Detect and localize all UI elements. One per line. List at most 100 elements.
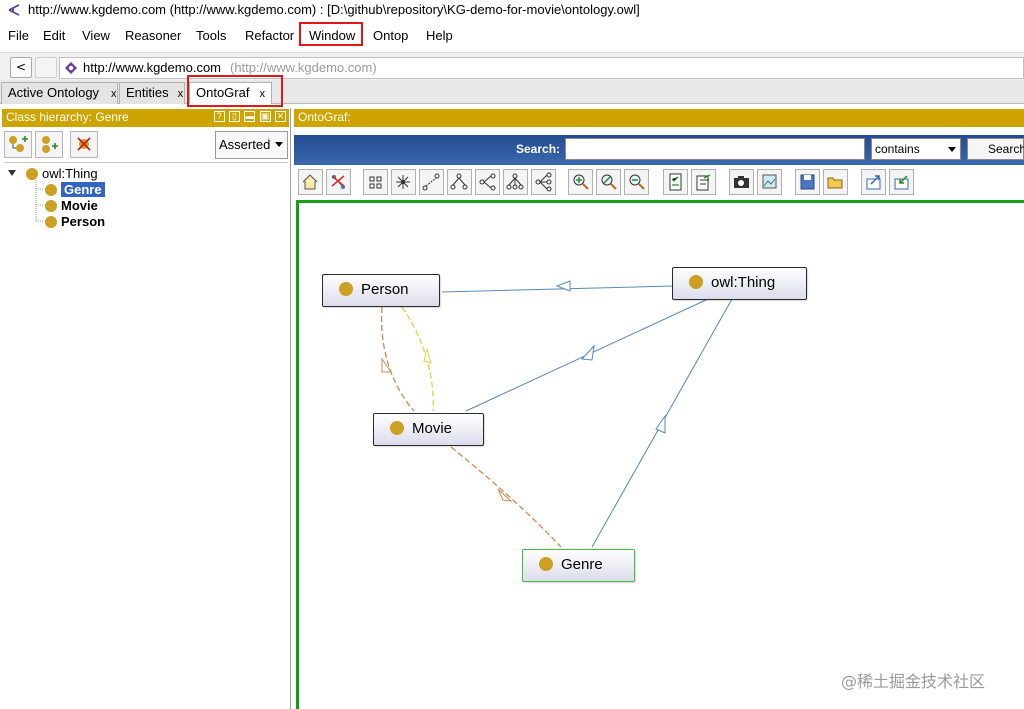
class-icon	[26, 168, 38, 180]
folder-open-icon	[827, 177, 843, 189]
save-icon	[800, 174, 815, 190]
tree-vertical-inverted-button[interactable]	[503, 169, 528, 195]
tree-vertical-layout-button[interactable]	[447, 169, 472, 195]
minimize-icon[interactable]: ▬	[244, 111, 256, 122]
maximize-icon[interactable]: ▣	[259, 111, 271, 122]
picture-icon	[762, 174, 777, 189]
zoom-out-icon	[629, 174, 645, 190]
forward-button[interactable]	[35, 57, 57, 78]
import-button[interactable]	[889, 169, 914, 195]
spring-layout-icon	[422, 173, 440, 191]
menu-bar: File Edit View Reasoner Tools Refactor W…	[0, 24, 1024, 48]
expand-triangle-icon	[8, 170, 16, 176]
window-title: http://www.kgdemo.com (http://www.kgdemo…	[28, 2, 640, 17]
tree-horizontal-alt-icon	[535, 172, 552, 192]
class-icon	[45, 216, 57, 228]
menu-edit[interactable]: Edit	[43, 28, 65, 43]
graph-node-movie[interactable]: Movie	[373, 413, 484, 446]
search-bar: Search: contains Search	[294, 135, 1024, 165]
grid-layout-icon	[369, 176, 382, 189]
ontology-diamond-icon	[65, 62, 77, 74]
search-input[interactable]	[565, 138, 865, 160]
close-icon[interactable]: x	[178, 88, 184, 100]
close-icon[interactable]: ✕	[275, 111, 286, 122]
back-button[interactable]: <	[10, 57, 32, 78]
save-button[interactable]	[795, 169, 820, 195]
grid-layout-button[interactable]	[363, 169, 388, 195]
spring-layout-button[interactable]	[419, 169, 444, 195]
close-icon[interactable]: x	[111, 88, 117, 100]
tab-entities[interactable]: Entities x	[119, 82, 185, 104]
graph-node-person[interactable]: Person	[322, 274, 440, 307]
tree-horizontal-layout-button[interactable]	[475, 169, 500, 195]
tree-node-movie[interactable]: Movie	[45, 198, 98, 213]
delete-class-button[interactable]	[70, 131, 98, 158]
node-label: owl:Thing	[711, 274, 776, 291]
class-icon	[339, 282, 353, 296]
menu-view[interactable]: View	[82, 28, 110, 43]
window-menu-callout	[299, 22, 363, 46]
tab-label: Entities	[126, 85, 169, 100]
match-mode-dropdown[interactable]: contains	[871, 138, 961, 160]
url-sub: (http://www.kgdemo.com)	[230, 60, 377, 75]
menu-help[interactable]: Help	[426, 28, 453, 43]
menu-ontop[interactable]: Ontop	[373, 28, 408, 43]
add-sibling-icon	[42, 136, 58, 153]
add-subclass-button[interactable]	[4, 131, 32, 158]
filter-arcs-button[interactable]	[691, 169, 716, 195]
asserted-value: Asserted	[219, 137, 271, 152]
tree-node-label: Genre	[61, 182, 105, 197]
home-button[interactable]	[298, 169, 323, 195]
tree-vertical-alt-icon	[506, 173, 524, 190]
tree-node-genre[interactable]: Genre	[45, 182, 105, 197]
open-button[interactable]	[823, 169, 848, 195]
edge-person-movie-orange	[380, 306, 415, 412]
radial-layout-icon	[396, 175, 410, 189]
graph-toolbar	[294, 167, 1024, 199]
help-icon[interactable]: ?	[213, 111, 225, 122]
node-label: Genre	[561, 556, 603, 573]
menu-refactor[interactable]: Refactor	[245, 28, 294, 43]
search-button[interactable]: Search	[967, 138, 1024, 160]
graph-node-genre[interactable]: Genre	[522, 549, 635, 582]
zoom-out-button[interactable]	[624, 169, 649, 195]
add-sibling-button[interactable]	[35, 131, 63, 158]
tab-active-ontology[interactable]: Active Ontology x	[1, 82, 118, 104]
class-icon	[45, 200, 57, 212]
tree-horizontal-alt-button[interactable]	[531, 169, 556, 195]
split-icon[interactable]: ▯	[228, 111, 240, 122]
tree-divider	[4, 162, 288, 163]
graph-node-owl-thing[interactable]: owl:Thing	[672, 267, 807, 300]
tree-vertical-icon	[450, 173, 468, 190]
match-mode-value: contains	[875, 142, 920, 156]
clear-graph-button[interactable]	[326, 169, 351, 195]
watermark: @稀土掘金技术社区	[841, 672, 986, 691]
export-image-button[interactable]	[729, 169, 754, 195]
property-arrowhead-icon	[497, 488, 513, 502]
zoom-in-button[interactable]	[568, 169, 593, 195]
panel-title: Class hierarchy: Genre	[6, 110, 129, 124]
tree-node-person[interactable]: Person	[45, 214, 105, 229]
property-arrowhead-icon	[423, 347, 432, 364]
tree-node-owl-thing[interactable]: owl:Thing	[26, 166, 98, 181]
menu-file[interactable]: File	[8, 28, 29, 43]
export-dot-button[interactable]	[861, 169, 886, 195]
clear-graph-icon	[331, 175, 345, 189]
zoom-reset-button[interactable]	[596, 169, 621, 195]
export-icon	[866, 175, 881, 190]
class-icon	[45, 184, 57, 196]
menu-reasoner[interactable]: Reasoner	[125, 28, 181, 43]
asserted-inferred-dropdown[interactable]: Asserted	[215, 131, 288, 159]
tree-node-label: owl:Thing	[42, 166, 98, 181]
class-hierarchy-header: Class hierarchy: Genre ? ▯ ▬ ▣ ✕	[2, 109, 289, 127]
filter-nodes-button[interactable]	[663, 169, 688, 195]
class-hierarchy-panel: Class hierarchy: Genre ? ▯ ▬ ▣ ✕ Asserte…	[0, 108, 291, 709]
delete-class-icon	[77, 137, 91, 151]
node-label: Person	[361, 281, 409, 298]
export-picture-button[interactable]	[757, 169, 782, 195]
radial-layout-button[interactable]	[391, 169, 416, 195]
address-bar: < http://www.kgdemo.com (http://www.kgde…	[0, 52, 1024, 82]
class-icon	[689, 275, 703, 289]
graph-canvas[interactable]: Person owl:Thing Movie Genre	[296, 200, 1024, 709]
menu-tools[interactable]: Tools	[196, 28, 226, 43]
